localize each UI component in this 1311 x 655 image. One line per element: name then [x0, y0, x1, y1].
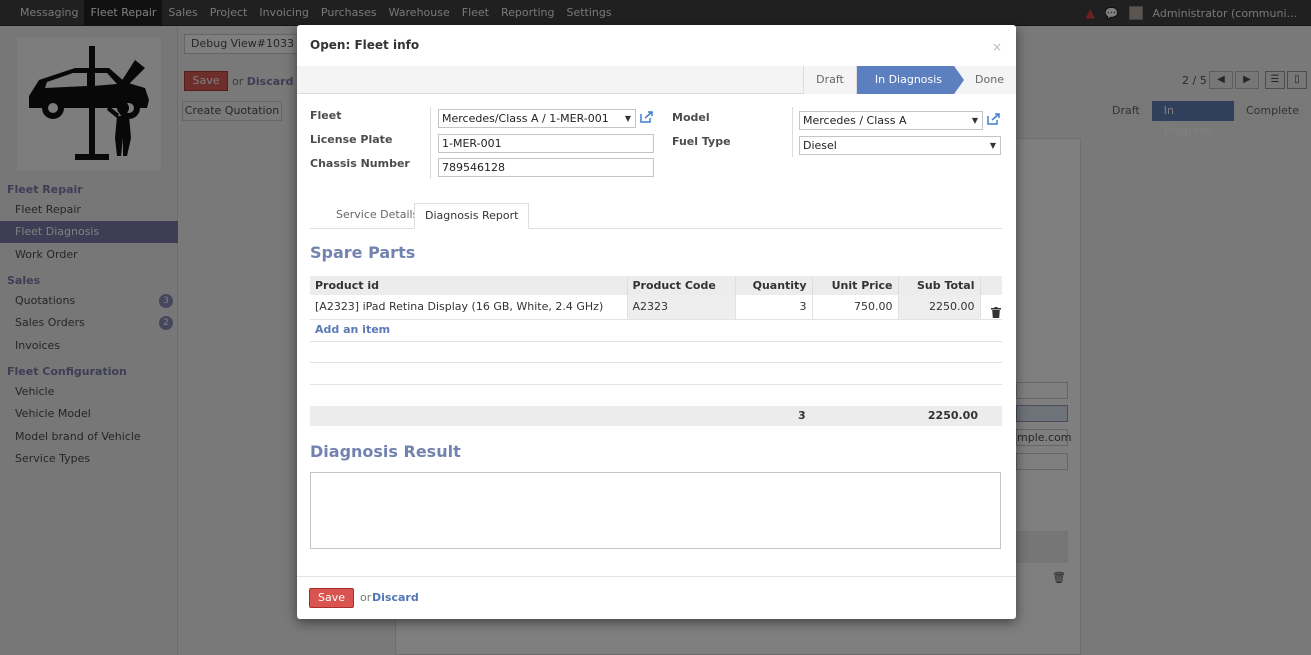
spare-parts-title: Spare Parts [310, 243, 416, 262]
license-plate-field[interactable]: 1-MER-001 [438, 134, 654, 153]
save-button[interactable]: Save [309, 588, 354, 608]
column-product-id[interactable]: Product id [310, 276, 628, 295]
totals-row: 3 2250.00 [310, 406, 1002, 426]
model-select-value: Mercedes / Class A [803, 114, 907, 127]
notebook-tabs: Service Details Diagnosis Report [310, 203, 1002, 229]
model-select[interactable]: Mercedes / Class A ▼ [799, 111, 983, 130]
dialog-footer-divider [297, 576, 1016, 577]
empty-row-line [310, 384, 1002, 385]
cell-unit-price[interactable]: 750.00 [812, 295, 899, 320]
dialog-title: Open: Fleet info [310, 38, 420, 52]
empty-row-line [310, 362, 1002, 363]
close-icon[interactable]: × [992, 40, 1002, 54]
stage-draft[interactable]: Draft [803, 66, 856, 94]
total-amount: 2250.00 [927, 409, 978, 422]
column-actions [980, 276, 1002, 295]
field-divider [430, 107, 431, 179]
table-row[interactable]: [A2323] iPad Retina Display (16 GB, Whit… [310, 295, 1002, 320]
field-divider [792, 107, 793, 157]
total-quantity: 3 [798, 409, 806, 422]
chassis-number-field[interactable]: 789546128 [438, 158, 654, 177]
chassis-number-label: Chassis Number [310, 157, 410, 170]
diagnosis-result-title: Diagnosis Result [310, 442, 461, 461]
column-unit-price[interactable]: Unit Price [812, 276, 899, 295]
license-plate-label: License Plate [310, 133, 393, 146]
chevron-down-icon: ▼ [971, 116, 978, 125]
empty-row-line [310, 341, 1002, 342]
column-quantity[interactable]: Quantity [735, 276, 813, 295]
chevron-down-icon: ▼ [624, 114, 631, 123]
column-product-code[interactable]: Product Code [627, 276, 736, 295]
stage-pipeline: Draft In Diagnosis Done [803, 66, 1016, 94]
spare-parts-table: Product id Product Code Quantity Unit Pr… [310, 276, 1002, 320]
dialog-status-bar: Draft In Diagnosis Done [297, 66, 1016, 94]
fleet-select[interactable]: Mercedes/Class A / 1-MER-001 ▼ [438, 109, 636, 128]
fleet-info-dialog: Open: Fleet info × Draft In Diagnosis Do… [297, 25, 1016, 619]
external-link-icon[interactable] [640, 111, 654, 123]
delete-row-cell [980, 295, 1002, 320]
chevron-down-icon: ▼ [989, 141, 996, 150]
cell-quantity[interactable]: 3 [735, 295, 813, 320]
stage-in-diagnosis[interactable]: In Diagnosis [855, 66, 965, 94]
add-item-link[interactable]: Add an item [315, 323, 390, 336]
tab-diagnosis-report[interactable]: Diagnosis Report [414, 203, 530, 229]
trash-icon[interactable] [991, 306, 1002, 318]
fuel-type-select[interactable]: Diesel ▼ [799, 136, 1001, 155]
cell-product[interactable]: [A2323] iPad Retina Display (16 GB, Whit… [310, 295, 628, 320]
or-text: or [360, 591, 372, 604]
fuel-type-label: Fuel Type [672, 135, 731, 148]
cell-code: A2323 [627, 295, 736, 320]
fleet-label: Fleet [310, 109, 342, 122]
diagnosis-result-textarea[interactable] [310, 472, 1001, 549]
table-header-row: Product id Product Code Quantity Unit Pr… [310, 276, 1002, 295]
fuel-type-value: Diesel [803, 139, 837, 152]
tab-service-details[interactable]: Service Details [326, 203, 428, 229]
external-link-icon[interactable] [987, 113, 1001, 125]
cell-subtotal: 2250.00 [898, 295, 981, 320]
column-sub-total[interactable]: Sub Total [898, 276, 981, 295]
discard-link[interactable]: Discard [372, 591, 419, 604]
fleet-select-value: Mercedes/Class A / 1-MER-001 [442, 112, 609, 125]
model-label: Model [672, 111, 710, 124]
